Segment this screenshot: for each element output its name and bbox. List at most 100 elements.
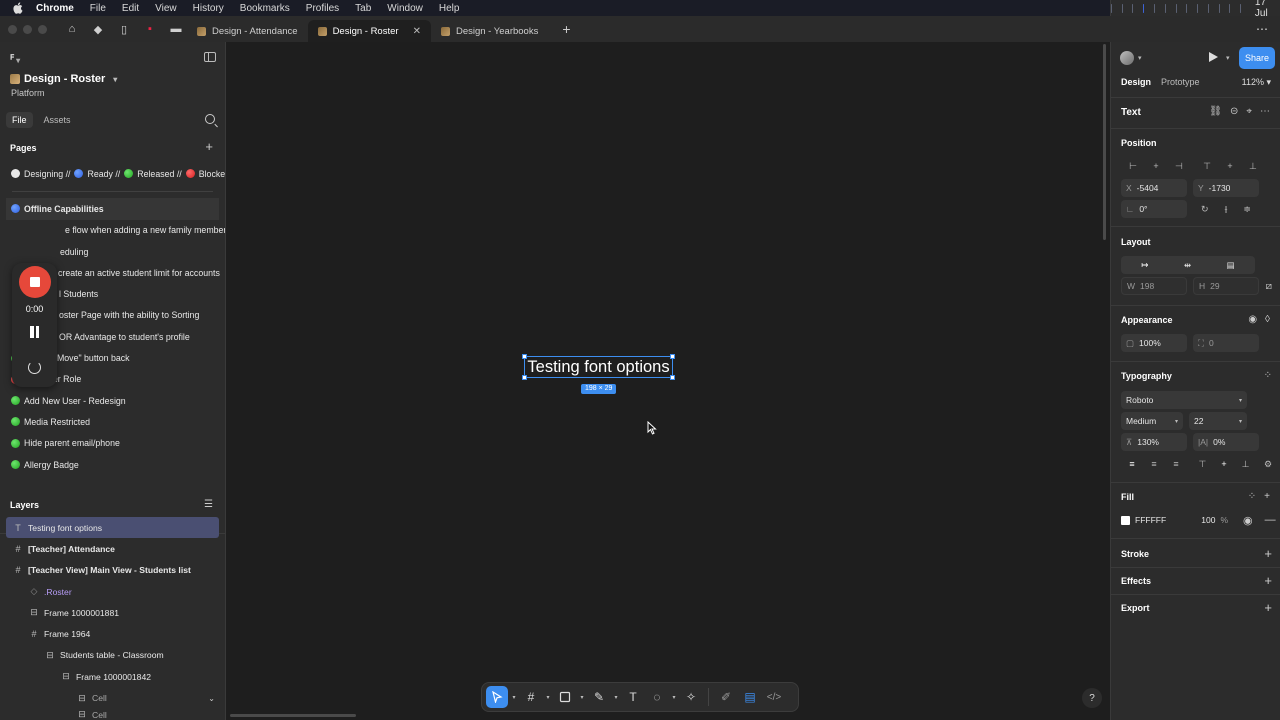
align-middle-icon[interactable]: + xyxy=(1227,161,1232,171)
fill-opacity-value[interactable]: 100 xyxy=(1201,515,1215,525)
remove-fill-icon[interactable]: — xyxy=(1265,514,1276,526)
type-settings-icon[interactable]: ⚙ xyxy=(1261,455,1275,473)
project-name[interactable]: Platform xyxy=(11,88,45,98)
file-name[interactable]: Design - Roster ▾ xyxy=(10,73,117,85)
letter-spacing-field[interactable]: |A| 0% xyxy=(1193,433,1259,451)
text-align-top-icon[interactable]: ⊤ xyxy=(1199,459,1207,470)
page-item[interactable]: Media Restricted xyxy=(0,411,225,432)
draw-mode-button[interactable]: ✐ xyxy=(715,686,737,708)
menu-app-chrome[interactable]: Chrome xyxy=(36,3,74,14)
align-bottom-icon[interactable]: ⊥ xyxy=(1249,161,1257,172)
layer-row[interactable]: T Testing font options xyxy=(6,517,219,539)
layer-row[interactable]: ⊟ Frame 1000001881 xyxy=(0,602,225,623)
design-canvas[interactable]: Testing font options 198 × 29 ▾ # ▾ ▾ ✎ … xyxy=(227,42,1110,720)
add-stroke-icon[interactable]: + xyxy=(1264,546,1272,561)
flip-horizontal-icon[interactable]: ⫲ xyxy=(1225,204,1228,215)
text-styles-icon[interactable]: ⁘ xyxy=(1264,370,1272,381)
align-left-icon[interactable]: ⊢ xyxy=(1129,161,1137,172)
restart-icon[interactable] xyxy=(28,361,41,374)
avatar[interactable] xyxy=(1120,51,1134,65)
pause-icon[interactable] xyxy=(30,326,40,338)
width-field[interactable]: W 198 xyxy=(1121,277,1187,295)
menu-history[interactable]: History xyxy=(193,3,224,14)
constraints-icon[interactable]: ⧄ xyxy=(1266,281,1272,292)
page-status-legend[interactable]: Designing // Ready // Released // Blocke… xyxy=(0,163,225,184)
design-mode-button[interactable]: ▤ xyxy=(739,686,761,708)
page-item[interactable]: Add New User - Redesign xyxy=(0,390,225,411)
y-position-field[interactable]: Y -1730 xyxy=(1193,179,1259,197)
pinned-tab-icon[interactable]: ◆ xyxy=(87,20,109,38)
maximize-window-button[interactable] xyxy=(38,24,47,34)
add-export-icon[interactable]: + xyxy=(1264,600,1272,615)
chevron-down-icon[interactable]: ▾ xyxy=(612,694,620,701)
home-icon[interactable]: ⌂ xyxy=(61,20,83,38)
page-item[interactable]: Allergy Badge xyxy=(0,454,225,475)
pinned-tab-icon[interactable]: ▬ xyxy=(165,20,187,38)
link-icon[interactable]: ⛓ xyxy=(1209,106,1222,117)
status-app-icon[interactable] xyxy=(1197,3,1198,13)
component-icon[interactable]: ⊝ xyxy=(1230,106,1238,117)
color-swatch[interactable] xyxy=(1121,515,1130,525)
layer-row[interactable]: ⊟ Frame 1000001842 xyxy=(0,666,225,687)
pen-tool-button[interactable]: ✎ xyxy=(588,686,610,708)
text-align-bottom-icon[interactable]: ⊥ xyxy=(1242,459,1250,470)
tab-design-roster[interactable]: Design - Roster ✕ xyxy=(307,20,431,42)
search-icon[interactable] xyxy=(205,114,215,124)
status-app-icon[interactable] xyxy=(1165,3,1166,13)
menu-view[interactable]: View xyxy=(155,3,177,14)
more-options-icon[interactable]: ⋯ xyxy=(1256,22,1268,36)
more-options-icon[interactable]: ⋯ xyxy=(1260,106,1270,117)
comment-tool-button[interactable]: ◌ xyxy=(646,686,668,708)
control-center-icon[interactable] xyxy=(1240,3,1241,13)
hug-width-icon[interactable]: ⇹ xyxy=(1184,260,1191,271)
chevron-down-icon[interactable]: ▾ xyxy=(1226,54,1230,62)
chevron-down-icon[interactable]: ▾ xyxy=(510,694,518,701)
tab-prototype[interactable]: Prototype xyxy=(1161,77,1200,87)
present-play-icon[interactable] xyxy=(1209,52,1218,62)
menu-window[interactable]: Window xyxy=(387,3,423,14)
layer-row[interactable]: # [Teacher] Attendance xyxy=(0,538,225,559)
resize-handle[interactable] xyxy=(522,354,527,359)
status-app-icon[interactable] xyxy=(1207,3,1209,13)
move-tool-button[interactable] xyxy=(486,686,508,708)
help-button[interactable]: ? xyxy=(1082,688,1102,708)
status-app-icon[interactable] xyxy=(1132,3,1134,13)
text-align-center-icon[interactable]: ≡ xyxy=(1151,459,1156,469)
text-tool-button[interactable]: T xyxy=(622,686,644,708)
visibility-eye-icon[interactable]: ◉ xyxy=(1243,514,1253,527)
layer-row[interactable]: ⊟ Cell ⌄ xyxy=(0,687,225,708)
opacity-field[interactable]: ▢ 100% xyxy=(1121,334,1187,352)
page-item[interactable]: Hide parent email/phone xyxy=(0,433,225,454)
selected-text-layer[interactable]: Testing font options xyxy=(522,354,675,380)
page-item[interactable]: Offline Capabilities xyxy=(6,198,219,220)
x-position-field[interactable]: X -5404 xyxy=(1121,179,1187,197)
tab-design-yearbooks[interactable]: Design - Yearbooks xyxy=(431,20,548,42)
blend-mode-drop-icon[interactable]: ◊ xyxy=(1265,314,1270,325)
layer-row[interactable]: # [Teacher View] Main View - Students li… xyxy=(0,560,225,581)
resize-handle[interactable] xyxy=(670,375,675,380)
font-weight-select[interactable]: Medium ▾ xyxy=(1121,412,1183,430)
text-align-left-icon[interactable]: ≡ xyxy=(1129,459,1134,469)
menu-tab[interactable]: Tab xyxy=(355,3,371,14)
styles-grid-icon[interactable]: ⁘ xyxy=(1248,491,1256,502)
line-height-field[interactable]: ⊼ 130% xyxy=(1121,433,1187,451)
share-button[interactable]: Share xyxy=(1239,47,1275,69)
text-align-right-icon[interactable]: ≡ xyxy=(1173,459,1178,469)
status-app-icon[interactable] xyxy=(1154,3,1156,13)
auto-height-icon[interactable]: ▤ xyxy=(1227,260,1235,271)
font-family-select[interactable]: Roboto ▾ xyxy=(1121,391,1247,409)
resize-handle[interactable] xyxy=(522,375,527,380)
search-icon[interactable] xyxy=(1229,3,1231,13)
variable-icon[interactable]: ⌖ xyxy=(1246,106,1252,117)
visibility-eye-icon[interactable]: ◉ xyxy=(1248,314,1257,325)
fixed-width-icon[interactable]: ↦ xyxy=(1141,260,1148,271)
rotation-field[interactable]: ∟ 0° xyxy=(1121,200,1187,218)
actions-ai-button[interactable]: ✧ xyxy=(680,686,702,708)
canvas-text[interactable]: Testing font options xyxy=(525,357,672,377)
tab-file[interactable]: File xyxy=(6,112,33,128)
pinned-tab-icon[interactable]: ▪ xyxy=(139,20,161,38)
horizontal-scrollbar[interactable] xyxy=(230,714,356,717)
screen-recording-icon[interactable] xyxy=(1143,3,1145,13)
rectangle-tool-button[interactable] xyxy=(554,686,576,708)
page-item[interactable]: eduling xyxy=(0,241,225,262)
